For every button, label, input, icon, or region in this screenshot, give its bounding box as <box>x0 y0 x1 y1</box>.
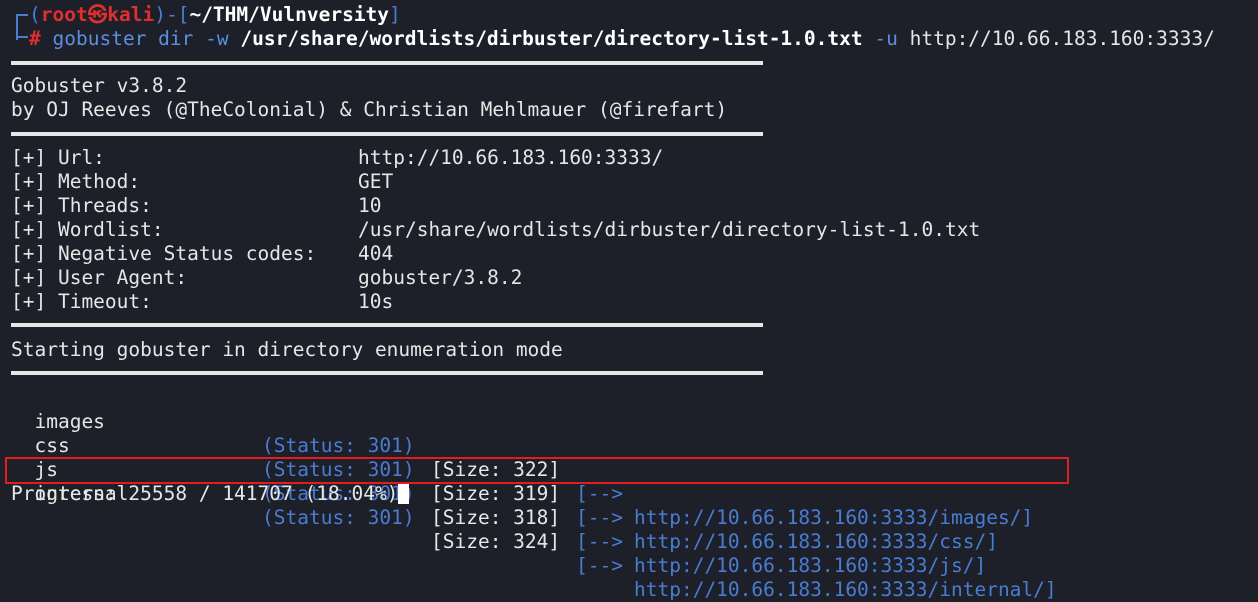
config-label: [+] Url: <box>11 146 105 169</box>
config-label: [+] User Agent: <box>11 266 188 289</box>
result-arrow: [--> <box>576 482 623 505</box>
banner-authors: by OJ Reeves (@TheColonial) & Christian … <box>11 98 728 121</box>
config-label: [+] Threads: <box>11 194 152 217</box>
prompt-hash: # <box>29 27 41 50</box>
command-flag-u: -u <box>874 27 898 50</box>
result-arrow: [--> <box>576 530 623 553</box>
separator <box>11 323 763 327</box>
config-label: [+] Negative Status codes: <box>11 242 317 265</box>
result-row: images (Status: 301) [Size: 322] [--> ht… <box>11 386 1251 529</box>
config-label: [+] Timeout: <box>11 290 152 313</box>
progress-line: Progress: 25558 / 141707 (18.04%) <box>11 482 410 506</box>
config-value: 10s <box>358 290 394 313</box>
command-url-arg: http://10.66.183.160:3333/ <box>909 27 1215 50</box>
prompt-dir-open: [ <box>177 3 190 26</box>
prompt-cwd: ~/THM/Vulnversity <box>189 3 390 26</box>
config-value: GET <box>358 170 394 193</box>
config-value: 10 <box>358 194 382 217</box>
config-row: [+] Wordlist: /usr/share/wordlists/dirbus… <box>11 218 1251 242</box>
prompt-close-paren: ) <box>154 3 166 26</box>
config-row: [+] Negative Status codes: 404 <box>11 242 1251 266</box>
config-row: [+] Threads: 10 <box>11 194 1251 218</box>
result-url-link[interactable]: http://10.66.183.160:3333/css/] <box>634 530 998 554</box>
result-url-link[interactable]: http://10.66.183.160:3333/js/] <box>634 554 986 578</box>
config-value: http://10.66.183.160:3333/ <box>358 146 664 169</box>
prompt-at-symbol: ㉿ <box>87 3 108 26</box>
prompt-header: (root㉿kali)-[~/THM/Vulnversity] <box>11 3 401 27</box>
config-row: [+] User Agent: gobuster/3.8.2 <box>11 266 1251 290</box>
config-row: [+] Method: GET <box>11 170 1251 194</box>
start-message: Starting gobuster in directory enumerati… <box>11 338 563 361</box>
config-row: [+] Url: http://10.66.183.160:3333/ <box>11 146 1251 170</box>
command-subcommand: dir <box>158 27 194 50</box>
config-value: 404 <box>358 242 394 265</box>
result-size: [Size: 319] <box>431 482 561 505</box>
highlight-box <box>5 457 1069 484</box>
progress-text: Progress: 25558 / 141707 (18.04%) <box>11 482 399 505</box>
command-flag-w: -w <box>205 27 229 50</box>
command-line[interactable]: # gobuster dir -w /usr/share/wordlists/d… <box>11 27 1215 51</box>
result-url-link[interactable]: http://10.66.183.160:3333/images/] <box>634 506 1033 530</box>
separator <box>11 61 763 65</box>
result-arrow: [--> <box>576 506 623 529</box>
config-value: /usr/share/wordlists/dirbuster/directory… <box>358 218 981 241</box>
prompt-open-paren: ( <box>29 3 41 26</box>
command-wordlist-arg: /usr/share/wordlists/dirbuster/directory… <box>240 27 863 50</box>
separator <box>11 132 763 136</box>
config-label: [+] Wordlist: <box>11 218 164 241</box>
prompt-host: kali <box>107 3 155 26</box>
config-row: [+] Timeout: 10s <box>11 290 1251 314</box>
prompt-dir-close: ] <box>389 3 401 26</box>
result-row: css (Status: 301) [Size: 319] [--> http:… <box>11 410 1251 553</box>
separator <box>11 371 763 375</box>
config-value: gobuster/3.8.2 <box>358 266 523 289</box>
config-label: [+] Method: <box>11 170 141 193</box>
result-url-link[interactable]: http://10.66.183.160:3333/internal/] <box>634 578 1057 602</box>
prompt-user: root <box>40 3 88 26</box>
terminal-cursor <box>398 484 410 504</box>
result-status: (Status: 301) <box>262 506 415 529</box>
command-name: gobuster <box>52 27 147 50</box>
result-row: js (Status: 301) [Size: 318] [--> http:/… <box>11 434 1251 577</box>
result-size: [Size: 324] <box>431 530 561 553</box>
banner-version: Gobuster v3.8.2 <box>11 74 188 97</box>
prompt-dash: - <box>165 3 178 26</box>
result-size: [Size: 318] <box>431 506 561 529</box>
result-arrow: [--> <box>576 554 623 577</box>
